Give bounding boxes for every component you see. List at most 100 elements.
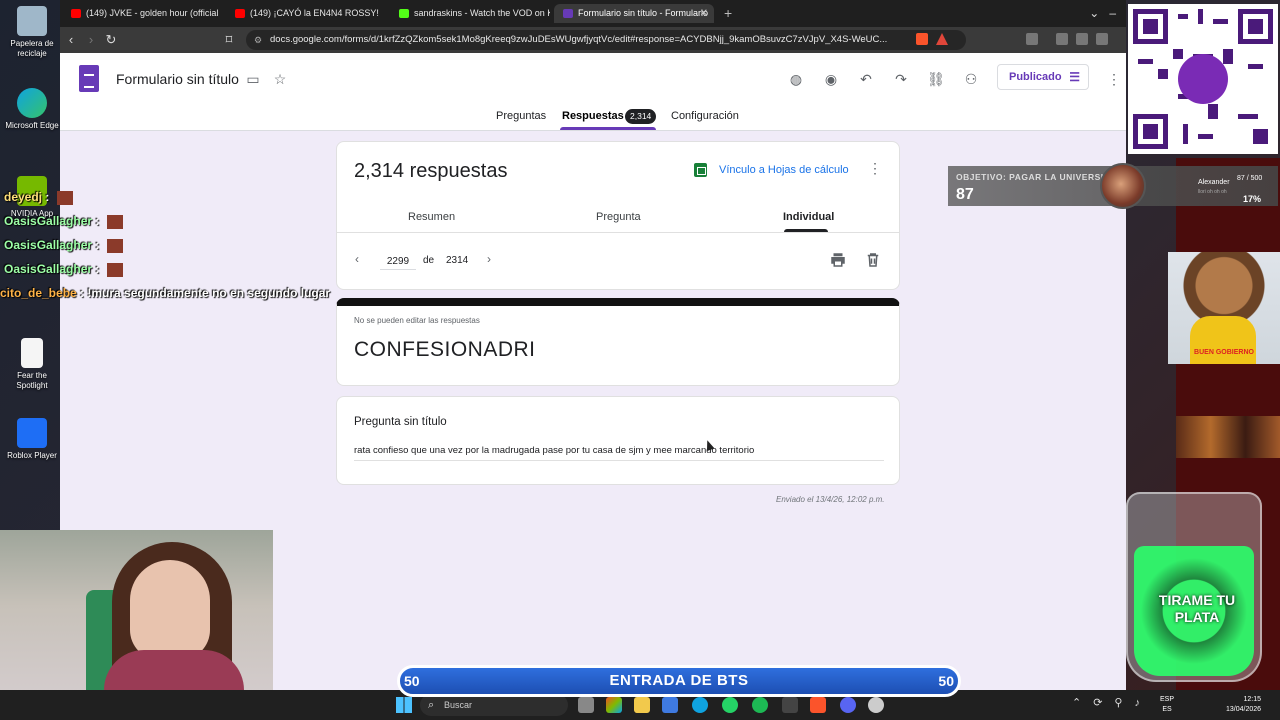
dog-shirt [1190,316,1256,364]
page-of-label: de [423,255,435,266]
new-tab-button[interactable]: + [724,4,732,23]
response-number-input[interactable] [380,254,416,270]
discord-icon[interactable] [840,697,856,713]
desktop-icon-label: Roblox Player [7,451,57,460]
print-icon[interactable] [829,251,847,269]
goal-subtext: llori oh oh oh [1198,189,1227,195]
form-title[interactable]: Formulario sin título [116,71,239,87]
painting-image [1176,416,1280,458]
extensions-icon[interactable] [1026,33,1038,45]
language-indicator[interactable]: ESP ES [1160,695,1174,715]
tab-settings[interactable]: Configuración [671,110,739,122]
media-icon[interactable] [1056,33,1068,45]
brave-shield-icon[interactable] [916,33,928,45]
tab-title: (149) ¡CAYÓ la EN4N4 ROSSY! [250,8,379,18]
subtab-individual[interactable]: Individual [783,211,834,223]
system-tray-icons[interactable]: ⌃⟳⚲♪ [1072,696,1152,709]
tab-responses[interactable]: Respuestas [562,110,624,122]
file-explorer-icon[interactable] [634,697,650,713]
add-collaborator-icon[interactable]: ⚇ [961,69,981,89]
app-icon[interactable] [782,697,798,713]
goal-progress: 87 / 500 [1237,175,1263,182]
redo-icon[interactable]: ↷ [891,69,911,89]
undo-icon[interactable]: ↶ [856,69,876,89]
obs-icon[interactable] [868,697,884,713]
tune-icon: ☰ [1069,70,1080,84]
subtab-summary[interactable]: Resumen [408,211,455,223]
link-to-sheets-button[interactable]: Vínculo a Hojas de cálculo [719,164,849,176]
active-tab-indicator [560,127,656,130]
goal-donor-name: Alexander [1198,179,1230,186]
recycle-bin-icon [17,6,47,36]
wallet-icon[interactable] [1096,33,1108,45]
banner-right-count: 50 [938,673,954,689]
address-bar-row: ‹ › ↻ ⌑ ⚙ docs.google.com/forms/d/1krfZz… [60,27,1126,53]
browser-tab[interactable]: (149) JVKE - golden hour (official [62,4,222,23]
goal-avatar [1100,163,1146,209]
browser-tab[interactable]: (149) ¡CAYÓ la EN4N4 ROSSY! [226,4,386,23]
close-icon[interactable]: ✕ [700,4,708,23]
desktop-icon-edge[interactable]: Microsoft Edge [4,88,60,131]
google-forms-logo-icon[interactable] [79,65,99,92]
url-field[interactable]: ⚙ docs.google.com/forms/d/1krfZzQZkom5se… [246,30,966,50]
yape-qr-code [1128,4,1278,154]
qr-code-icon [1128,4,1278,154]
desktop-icon-fear-the-spotlight[interactable]: Fear the Spotlight [4,338,60,391]
youtube-icon [235,9,245,18]
tip-jar-label: TIRAME TU PLATA [1158,592,1236,625]
sidebar-icon[interactable] [1076,33,1088,45]
sheets-icon[interactable] [694,163,707,177]
dog-caption: BUEN GOBIERNO [1194,349,1254,356]
desktop-icon-roblox[interactable]: Roblox Player [4,418,60,461]
task-view-icon[interactable] [578,697,594,713]
responses-summary-card: 2,314 respuestas Vínculo a Hojas de cálc… [336,141,900,290]
reload-icon[interactable]: ↻ [102,31,120,49]
more-vert-icon[interactable]: ⋮ [1104,69,1124,89]
brave-icon[interactable] [810,697,826,713]
desktop-icon-recycle-bin[interactable]: Papelera de reciclaje [4,6,60,59]
link-icon[interactable]: ⛓ [926,69,946,89]
windows-start-icon[interactable] [396,697,412,713]
clock[interactable]: 12:15 13/04/2026 [1226,695,1261,715]
palette-icon[interactable]: ◍ [786,69,806,89]
taskbar-search[interactable]: Buscar [420,694,568,716]
site-info-icon[interactable]: ⚙ [254,30,262,50]
language-code: ESP [1160,696,1175,703]
tab-strip: (149) JVKE - golden hour (official (149)… [60,0,1126,27]
preview-eye-icon[interactable]: ◉ [821,69,841,89]
responses-count-badge: 2,314 [625,109,657,124]
window-controls[interactable]: ⌄ – [1089,4,1116,23]
star-icon[interactable]: ☆ [270,69,290,89]
edge-icon[interactable] [692,697,708,713]
browser-tab-active[interactable]: Formulario sin título - Formulario ✕ [554,4,714,23]
folder-icon[interactable]: ▭ [243,69,263,89]
delete-icon[interactable] [864,251,882,269]
published-button[interactable]: Publicado ☰ [997,64,1089,90]
divider [337,232,899,233]
copilot-icon[interactable] [606,697,622,713]
bookmark-icon[interactable]: ⌑ [220,31,238,49]
form-header-card: No se pueden editar las respuestas CONFE… [336,298,900,386]
subtab-question[interactable]: Pregunta [596,211,641,223]
forward-icon[interactable]: › [82,31,100,49]
chat-message: OasisGallagher : [4,238,123,253]
spotify-icon[interactable] [752,697,768,713]
chat-username: OasisGallagher [4,262,93,276]
store-icon[interactable] [662,697,678,713]
tab-title: (149) JVKE - golden hour (official [86,8,219,18]
question-card: Pregunta sin título rata confieso que un… [336,396,900,485]
submitted-timestamp: Enviado el 13/4/26, 12:02 p.m. [776,495,885,504]
emote-icon [106,214,123,229]
more-vert-icon[interactable]: ⋮ [867,160,883,177]
response-total: 2314 [446,255,469,266]
chat-message: OasisGallagher : [4,214,123,229]
tab-questions[interactable]: Preguntas [496,110,546,122]
goal-value: 87 [956,186,974,203]
google-forms-icon [563,9,573,18]
back-icon[interactable]: ‹ [62,31,80,49]
emote-icon [106,238,123,253]
next-response-chevron-icon[interactable]: › [487,252,491,266]
whatsapp-icon[interactable] [722,697,738,713]
previous-response-chevron-icon[interactable]: ‹ [355,252,359,266]
browser-tab[interactable]: sandraskins - Watch the VOD on Kick [390,4,550,23]
